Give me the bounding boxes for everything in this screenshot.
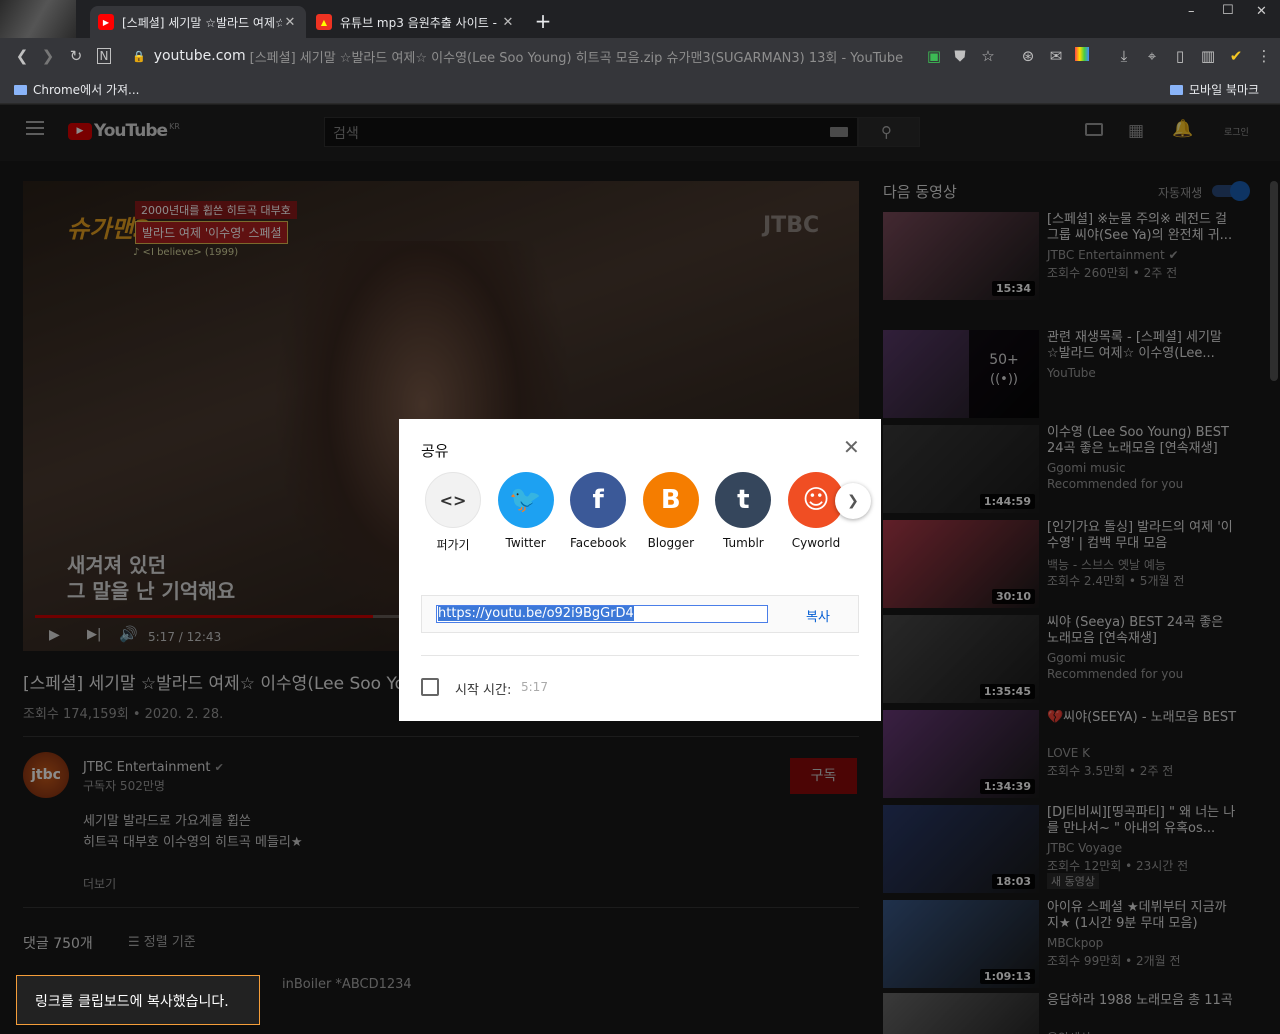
share-twitter-button[interactable]: 🐦 Twitter [496, 472, 556, 550]
dialog-divider [421, 655, 859, 656]
reload-icon[interactable]: ↻ [66, 46, 86, 66]
share-target-label: 퍼가기 [436, 538, 470, 552]
tumblr-icon: t [715, 472, 772, 528]
back-icon[interactable]: ❮ [12, 46, 32, 66]
maximize-button[interactable]: ☐ [1222, 3, 1234, 18]
extension-mail-icon[interactable]: ✉ [1046, 46, 1066, 66]
screenshot-icon[interactable]: ⌖ [1142, 46, 1162, 66]
bookmark-star-icon[interactable]: ☆ [978, 46, 998, 66]
start-time-checkbox[interactable] [421, 678, 439, 696]
share-blogger-button[interactable]: B Blogger [641, 472, 701, 550]
share-target-label: Tumblr [723, 536, 764, 550]
facebook-icon: f [570, 472, 627, 528]
menu-icon[interactable]: ⋮ [1254, 46, 1274, 66]
sidepanel-icon[interactable]: ▥ [1198, 46, 1218, 66]
folder-icon [1170, 85, 1183, 95]
start-time-value[interactable]: 5:17 [521, 680, 548, 694]
download-icon[interactable]: ⤓ [1114, 46, 1134, 66]
dialog-title: 공유 [421, 442, 449, 460]
extension-cast-icon[interactable]: ▣ [924, 46, 944, 66]
share-target-label: Twitter [505, 536, 546, 550]
cup-icon: ▲ [316, 14, 332, 30]
extension-color-icon[interactable] [1072, 46, 1092, 66]
start-time-label: 시작 시간: [455, 683, 512, 698]
copied-toast: 링크를 클립보드에 복사했습니다. [16, 975, 260, 1025]
share-facebook-button[interactable]: f Facebook [568, 472, 628, 550]
tab-strip: ▶ [스페셜] 세기말 ☆발라드 여제☆ ✕ ▲ 유튜브 mp3 음원추출 사이… [0, 0, 1280, 38]
share-target-label: Facebook [569, 536, 627, 550]
share-target-label: Cyworld [791, 536, 841, 550]
share--button[interactable]: <> 퍼가기 [423, 472, 483, 553]
lock-icon: 🔒 [132, 49, 146, 63]
close-window-button[interactable]: ✕ [1256, 4, 1267, 19]
bookmark-folder-imported[interactable]: Chrome에서 가져... [14, 81, 140, 98]
share-target-label: Blogger [647, 536, 695, 550]
tab-title: 유튜브 mp3 음원추출 사이트 - [340, 15, 497, 30]
embed-icon: <> [425, 472, 481, 528]
close-tab-icon[interactable]: ✕ [500, 15, 516, 30]
share-url-box: https://youtu.be/o92i9BgGrD4 복사 [421, 595, 859, 633]
extension-shield-icon[interactable]: ⛊ [950, 46, 970, 66]
share-cyworld-button[interactable]: ☺ Cyworld [786, 472, 846, 550]
reader-icon[interactable]: ▯ [1170, 46, 1190, 66]
share-dialog: 공유 ✕ <> 퍼가기 🐦 Twitter f Facebook B Blogger t Tumb… [399, 419, 881, 721]
youtube-icon: ▶ [98, 14, 114, 30]
twitter-icon: 🐦 [497, 472, 554, 528]
forward-icon[interactable]: ❯ [38, 46, 58, 66]
profile-avatar[interactable] [0, 0, 76, 38]
close-tab-icon[interactable]: ✕ [282, 15, 298, 30]
copy-button[interactable]: 복사 [806, 606, 830, 625]
share-next-icon[interactable]: ❯ [835, 483, 871, 519]
new-tab-button[interactable]: + [532, 10, 554, 32]
tab-mp3[interactable]: ▲ 유튜브 mp3 음원추출 사이트 - ✕ [308, 6, 524, 38]
tab-youtube[interactable]: ▶ [스페셜] 세기말 ☆발라드 여제☆ ✕ [90, 6, 306, 38]
close-dialog-icon[interactable]: ✕ [843, 435, 860, 459]
notion-icon[interactable]: N [94, 46, 114, 66]
tab-title: [스페셜] 세기말 ☆발라드 여제☆ [122, 15, 282, 30]
bookmark-folder-mobile[interactable]: 모바일 북마크 [1170, 81, 1259, 98]
url-domain: youtube.com [153, 48, 246, 64]
extension-share-icon[interactable]: ⊛ [1018, 46, 1038, 66]
share-tumblr-button[interactable]: t Tumblr [713, 472, 773, 550]
blogger-icon: B [642, 472, 699, 528]
share-url-input[interactable]: https://youtu.be/o92i9BgGrD4 [436, 605, 768, 623]
check-extension-icon[interactable]: ✔ [1226, 46, 1246, 66]
address-bar[interactable]: 🔒 youtube.com [스페셜] 세기말 ☆발라드 여제☆ 이수영(Lee… [128, 42, 918, 70]
bookmarks-bar: Chrome에서 가져... 모바일 북마크 [0, 74, 1280, 104]
folder-icon [14, 85, 27, 95]
url-path: [스페셜] 세기말 ☆발라드 여제☆ 이수영(Lee Soo Young) 히트… [249, 50, 904, 66]
minimize-button[interactable]: – [1188, 4, 1195, 19]
